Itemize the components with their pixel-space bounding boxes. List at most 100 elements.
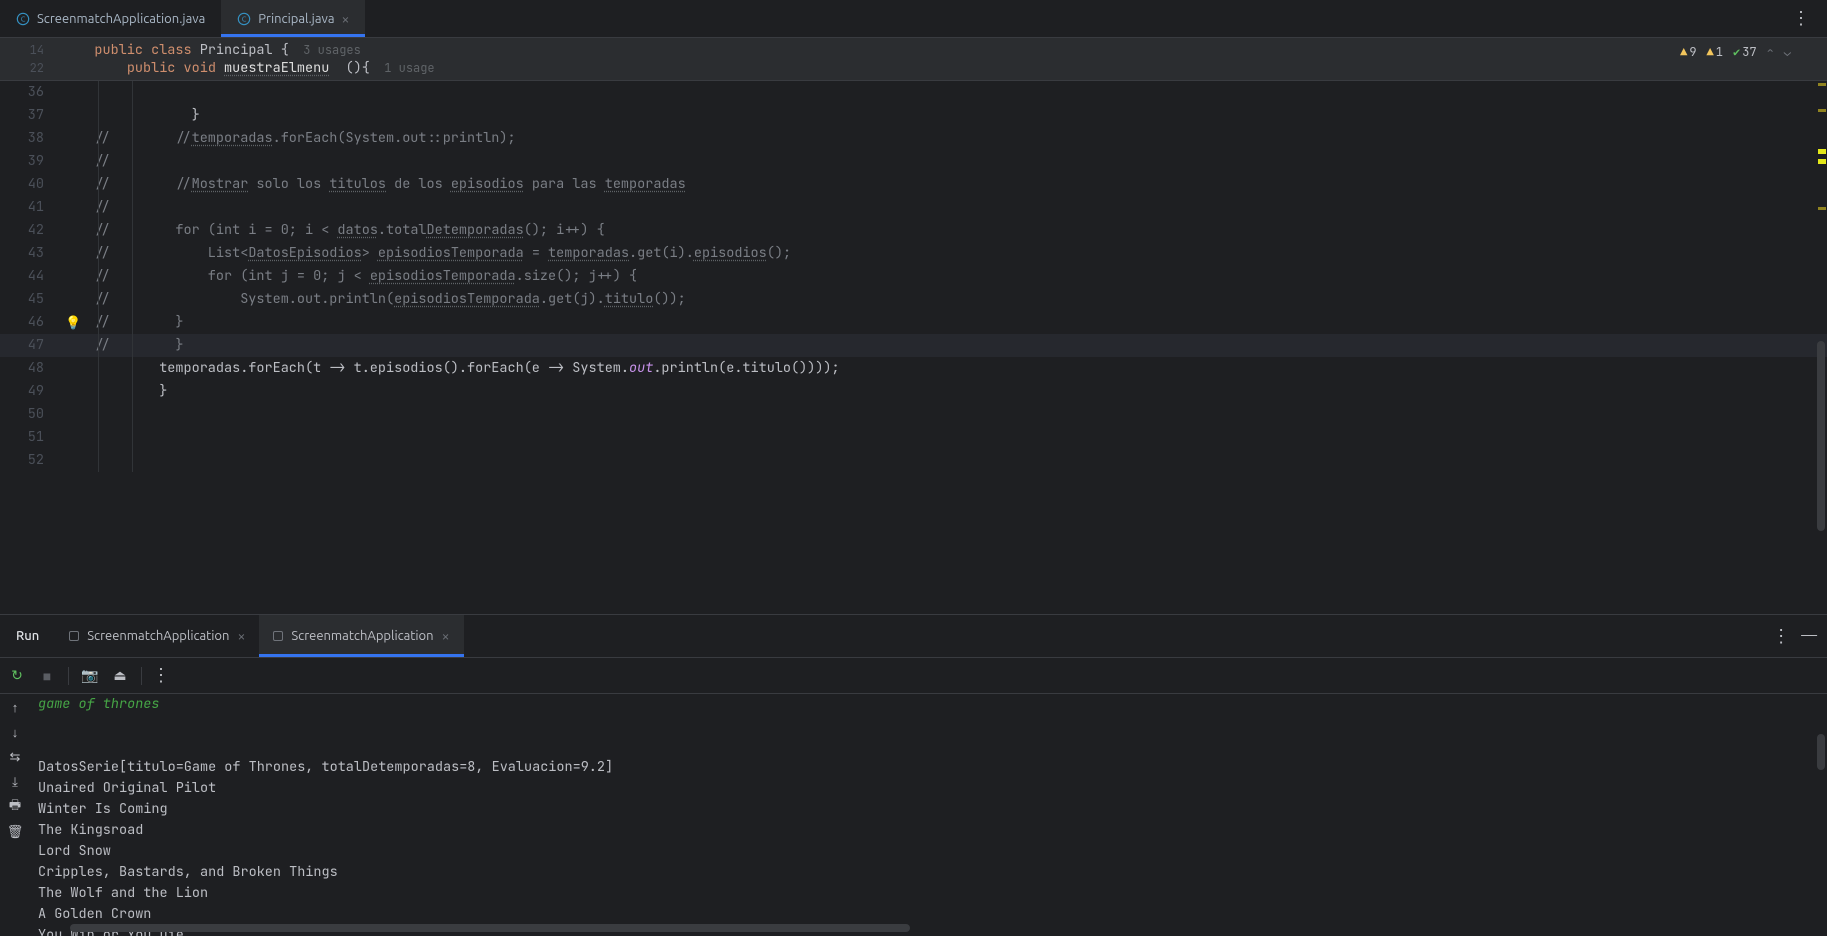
- code-line[interactable]: 47 // }: [0, 334, 1827, 357]
- line-number: 44: [0, 265, 62, 288]
- console-line: Winter Is Coming: [38, 799, 1827, 820]
- console-line: A Golden Crown: [38, 904, 1827, 925]
- line-number: 48: [0, 357, 62, 380]
- console-input-line: game of thrones: [38, 694, 1827, 715]
- code-content: // }: [62, 334, 1827, 357]
- code-line[interactable]: 40 // //Mostrar solo los titulos de los …: [0, 173, 1827, 196]
- sticky-method-decl: public void muestraElmenu (){ 1 usage: [62, 59, 435, 77]
- chevron-down-icon[interactable]: ⌄: [1784, 44, 1791, 60]
- code-line[interactable]: 46💡 // }: [0, 311, 1827, 334]
- sticky-header: 14 public class Principal { 3 usages 22 …: [0, 38, 1827, 81]
- delete-icon[interactable]: 🗑: [6, 823, 24, 841]
- chevron-up-icon[interactable]: ⌃: [1767, 44, 1774, 60]
- line-number: 42: [0, 219, 62, 242]
- line-number: 41: [0, 196, 62, 219]
- code-content: [62, 426, 1827, 449]
- intention-bulb-icon[interactable]: 💡: [65, 311, 81, 334]
- run-tab-label: ScreenmatchApplication: [87, 629, 229, 643]
- tab-principal[interactable]: C Principal.java ×: [221, 0, 365, 37]
- sticky-class-decl: public class Principal { 3 usages: [62, 41, 361, 59]
- code-line[interactable]: 41 //: [0, 196, 1827, 219]
- scrollbar-horizontal[interactable]: [70, 924, 910, 932]
- code-content: // //Mostrar solo los titulos de los epi…: [62, 173, 1827, 196]
- more-icon[interactable]: ⋮: [152, 665, 171, 686]
- weak-warning-icon: ▲: [1707, 44, 1714, 60]
- line-number: 46: [0, 311, 62, 334]
- weak-warning-count: 1: [1716, 44, 1723, 60]
- editor-area: 36 37 }38 // //temporadas.forEach(System…: [0, 81, 1827, 614]
- config-icon: [69, 631, 79, 641]
- java-class-icon: C: [16, 12, 30, 26]
- run-tabs-bar: Run ScreenmatchApplication × Screenmatch…: [0, 615, 1827, 658]
- run-tab[interactable]: ScreenmatchApplication ×: [55, 615, 259, 657]
- config-icon: [273, 631, 283, 641]
- code-line[interactable]: 44 // for (int j = 0; j < episodiosTempo…: [0, 265, 1827, 288]
- code-line[interactable]: 43 // List<DatosEpisodios> episodiosTemp…: [0, 242, 1827, 265]
- line-number: 22: [0, 60, 62, 76]
- code-line[interactable]: 45 // System.out.println(episodiosTempor…: [0, 288, 1827, 311]
- minimize-icon[interactable]: —: [1801, 626, 1817, 647]
- scrollbar-vertical[interactable]: [1817, 734, 1825, 770]
- code-line[interactable]: 48 temporadas.forEach(t -> t.episodios()…: [0, 357, 1827, 380]
- print-icon[interactable]: 🖶: [6, 798, 24, 816]
- code-line[interactable]: 39 //: [0, 150, 1827, 173]
- line-number: 47: [0, 334, 62, 357]
- close-icon[interactable]: ×: [442, 628, 450, 644]
- console-output[interactable]: game of thrones DatosSerie[titulo=Game o…: [30, 694, 1827, 936]
- code-content: // }: [62, 311, 1827, 334]
- error-stripe[interactable]: [1817, 81, 1827, 614]
- line-number: 45: [0, 288, 62, 311]
- rerun-button[interactable]: ↻: [6, 665, 28, 687]
- ok-count: 37: [1742, 44, 1756, 60]
- line-number: 38: [0, 127, 62, 150]
- code-line[interactable]: 42 // for (int i = 0; i < datos.totalDet…: [0, 219, 1827, 242]
- line-number: 51: [0, 426, 62, 449]
- line-number: 39: [0, 150, 62, 173]
- java-class-icon: C: [237, 12, 251, 26]
- console-line: Unaired Original Pilot: [38, 778, 1827, 799]
- inspection-indicators[interactable]: ▲9 ▲1 ✔37 ⌃ ⌄: [1680, 44, 1791, 60]
- warning-count: 9: [1689, 44, 1696, 60]
- code-content: //: [62, 196, 1827, 219]
- exit-button[interactable]: ⏏: [109, 665, 131, 687]
- screenshot-button[interactable]: 📷: [79, 665, 101, 687]
- svg-text:C: C: [21, 15, 26, 23]
- close-icon[interactable]: ×: [237, 628, 245, 644]
- svg-text:C: C: [242, 15, 247, 23]
- code-content: [62, 81, 1827, 104]
- code-content: // List<DatosEpisodios> episodiosTempora…: [62, 242, 1827, 265]
- tab-label: ScreenmatchApplication.java: [37, 12, 205, 26]
- run-tabs-right: ⋮ —: [1772, 626, 1827, 647]
- run-body: ↑ ↓ ⇆ ⤓ 🖶 🗑 game of thrones DatosSerie[t…: [0, 694, 1827, 936]
- code-line[interactable]: 50: [0, 403, 1827, 426]
- run-toolbar: ↻ ■ 📷 ⏏ ⋮: [0, 658, 1827, 694]
- code-line[interactable]: 36: [0, 81, 1827, 104]
- down-icon[interactable]: ↓: [6, 723, 24, 741]
- code-line[interactable]: 38 // //temporadas.forEach(System.out::p…: [0, 127, 1827, 150]
- code-content: [62, 403, 1827, 426]
- run-tool-title: Run: [0, 629, 55, 643]
- up-icon[interactable]: ↑: [6, 698, 24, 716]
- code-content: //: [62, 150, 1827, 173]
- code-line[interactable]: 49 }: [0, 380, 1827, 403]
- close-icon[interactable]: ×: [342, 11, 350, 27]
- line-number: 36: [0, 81, 62, 104]
- warning-icon: ▲: [1680, 44, 1687, 60]
- more-icon[interactable]: ⋮: [1772, 626, 1791, 647]
- code-content: // System.out.println(episodiosTemporada…: [62, 288, 1827, 311]
- code-content: // for (int i = 0; i < datos.totalDetemp…: [62, 219, 1827, 242]
- scroll-to-end-icon[interactable]: ⤓: [6, 773, 24, 791]
- console-line: The Wolf and the Lion: [38, 883, 1827, 904]
- line-number: 49: [0, 380, 62, 403]
- code-line[interactable]: 37 }: [0, 104, 1827, 127]
- tab-screenmatch-application[interactable]: C ScreenmatchApplication.java: [0, 0, 221, 37]
- stop-button[interactable]: ■: [36, 665, 58, 687]
- code-editor[interactable]: 36 37 }38 // //temporadas.forEach(System…: [0, 81, 1827, 614]
- code-line[interactable]: 51: [0, 426, 1827, 449]
- tab-label: Principal.java: [258, 12, 334, 26]
- code-line[interactable]: 52: [0, 449, 1827, 472]
- console-line: Cripples, Bastards, and Broken Things: [38, 862, 1827, 883]
- wrap-icon[interactable]: ⇆: [6, 748, 24, 766]
- more-icon[interactable]: ⋮: [1792, 8, 1811, 29]
- run-tab[interactable]: ScreenmatchApplication ×: [259, 615, 463, 657]
